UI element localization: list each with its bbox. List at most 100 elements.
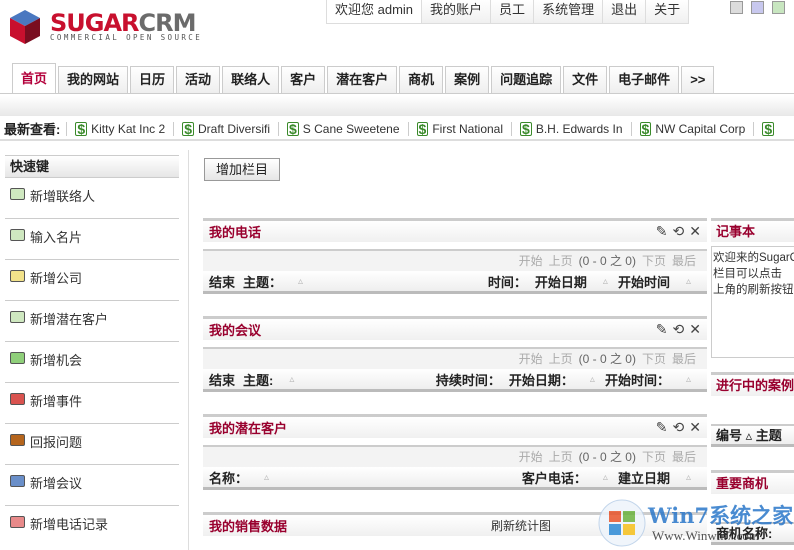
- recent-item[interactable]: $ Kitty Kat Inc 2: [66, 121, 173, 136]
- shortcut-icon: [10, 475, 25, 487]
- tab-6[interactable]: 潜在客户: [327, 66, 398, 93]
- close-icon[interactable]: ✕: [689, 223, 701, 240]
- dashlet-header: 我的电话 ✎ ⟲ ✕: [203, 218, 707, 242]
- notepad-line: 栏目可以点击: [713, 268, 782, 280]
- refresh-icon[interactable]: ⟲: [673, 419, 685, 436]
- recent-item[interactable]: $ NW Capital Corp: [630, 121, 754, 136]
- column-header[interactable]: 持续时间：: [436, 370, 501, 389]
- sort-icon[interactable]: ▵: [289, 374, 294, 385]
- pager-range: (0 - 0 之 0): [578, 450, 636, 464]
- recent-item[interactable]: $ S Cane Sweetene: [278, 121, 408, 136]
- column-header[interactable]: 主题:: [243, 370, 273, 389]
- column-header[interactable]: 结束: [209, 370, 235, 389]
- sidebar-item-label: 新增电话记录: [30, 517, 109, 532]
- column-header[interactable]: 名称：: [209, 468, 248, 487]
- sidebar-item-label: 新增联络人: [30, 189, 96, 204]
- column-header[interactable]: 开始日期: [535, 272, 587, 291]
- about-link[interactable]: 关于: [645, 0, 688, 23]
- tab-8[interactable]: 案例: [445, 66, 490, 93]
- sidebar-item[interactable]: 新增联络人: [5, 177, 179, 218]
- sort-icon[interactable]: ▵: [590, 374, 595, 385]
- pager-first[interactable]: 开始: [519, 254, 543, 268]
- sidebar-item[interactable]: 新增会议: [5, 464, 179, 505]
- theme-green-button[interactable]: [772, 1, 785, 14]
- sidebar-item[interactable]: 输入名片: [5, 218, 179, 259]
- edit-icon[interactable]: ✎: [656, 321, 668, 338]
- close-icon[interactable]: ✕: [689, 321, 701, 338]
- pager-prev[interactable]: 上页: [549, 352, 573, 366]
- column-headers: 结束 主题: ▵ 持续时间： 开始日期： ▵ 开始时间： ▵: [203, 369, 707, 392]
- add-column-button[interactable]: 增加栏目: [204, 158, 280, 181]
- pager-first[interactable]: 开始: [519, 352, 543, 366]
- admin-link[interactable]: 系统管理: [533, 0, 602, 23]
- recent-item-label: Kitty Kat Inc 2: [91, 121, 166, 136]
- pager-next[interactable]: 下页: [642, 254, 666, 268]
- column-header[interactable]: 时间：: [488, 272, 527, 291]
- tab-3[interactable]: 活动: [176, 66, 221, 93]
- theme-blue-button[interactable]: [751, 1, 764, 14]
- pager-last[interactable]: 最后: [672, 352, 696, 366]
- recent-item[interactable]: $ B.H. Edwards In: [511, 121, 631, 136]
- column-header[interactable]: 客户电话：: [522, 468, 587, 487]
- sort-icon[interactable]: ▵: [264, 472, 269, 483]
- shortcuts-title: 快速键: [5, 155, 179, 177]
- notepad-line: 上角的刷新按钮: [713, 284, 794, 296]
- column-header[interactable]: 建立日期: [618, 468, 670, 487]
- sidebar-item[interactable]: 新增机会: [5, 341, 179, 382]
- column-header[interactable]: 开始时间: [618, 272, 670, 291]
- recent-item-label: NW Capital Corp: [655, 121, 746, 136]
- sort-icon[interactable]: ▵: [686, 374, 691, 385]
- pager-next[interactable]: 下页: [642, 352, 666, 366]
- shortcut-icon: [10, 270, 25, 282]
- refresh-chart-link[interactable]: 刷新统计图: [491, 517, 551, 534]
- employees-link[interactable]: 员工: [490, 0, 533, 23]
- tab-12[interactable]: >>: [681, 66, 715, 93]
- refresh-icon[interactable]: ⟲: [673, 223, 685, 240]
- edit-icon[interactable]: ✎: [656, 223, 668, 240]
- recent-item[interactable]: $: [753, 121, 786, 136]
- recent-item[interactable]: $ Draft Diversifi: [173, 121, 278, 136]
- pager-prev[interactable]: 上页: [549, 450, 573, 464]
- edit-icon[interactable]: ✎: [656, 419, 668, 436]
- sort-icon[interactable]: ▵: [298, 276, 303, 287]
- sidebar-item[interactable]: 新增事件: [5, 382, 179, 423]
- column-header[interactable]: 结束: [209, 272, 235, 291]
- sidebar-item[interactable]: 回报问题: [5, 423, 179, 464]
- pager-prev[interactable]: 上页: [549, 254, 573, 268]
- sort-icon[interactable]: ▵: [603, 472, 608, 483]
- tab-5[interactable]: 客户: [281, 66, 326, 93]
- close-icon[interactable]: ✕: [689, 419, 701, 436]
- column-header[interactable]: 开始时间：: [605, 370, 670, 389]
- main-tabs: 首页 我的网站 日历 活动 联络人 客户 潜在客户 商机 案例 问题追踪 文件 电子邮件 >>: [12, 63, 716, 93]
- sidebar-item[interactable]: 新增电话记录: [5, 505, 179, 546]
- my-account-link[interactable]: 我的账户: [421, 0, 490, 23]
- sort-icon[interactable]: ▵: [603, 276, 608, 287]
- recent-item-label: B.H. Edwards In: [535, 121, 623, 136]
- column-header[interactable]: 主题：: [243, 272, 282, 291]
- theme-gray-button[interactable]: [730, 1, 743, 14]
- sort-icon[interactable]: ▵: [686, 472, 691, 483]
- pager-next[interactable]: 下页: [642, 450, 666, 464]
- notepad-content: 欢迎来的SugarCRM 栏目可以点击 上角的刷新按钮: [711, 246, 794, 358]
- column-header[interactable]: 开始日期：: [509, 370, 574, 389]
- tab-7[interactable]: 商机: [399, 66, 444, 93]
- refresh-icon[interactable]: ⟲: [673, 321, 685, 338]
- dashlet-title: 我的销售数据: [209, 519, 288, 534]
- sidebar-item[interactable]: 新增潜在客户: [5, 300, 179, 341]
- sidebar-item[interactable]: 新增公司: [5, 259, 179, 300]
- tab-10[interactable]: 文件: [563, 66, 608, 93]
- sort-icon[interactable]: ▵: [686, 276, 691, 287]
- tab-0[interactable]: 首页: [12, 63, 57, 93]
- pager-last[interactable]: 最后: [672, 450, 696, 464]
- tab-2[interactable]: 日历: [130, 66, 175, 93]
- pager-last[interactable]: 最后: [672, 254, 696, 268]
- pager-first[interactable]: 开始: [519, 450, 543, 464]
- tab-9[interactable]: 问题追踪: [491, 66, 562, 93]
- recent-item[interactable]: $ First National: [407, 121, 511, 136]
- tab-4[interactable]: 联络人: [222, 66, 280, 93]
- pager: 开始 上页 (0 - 0 之 0) 下页 最后: [203, 347, 707, 369]
- logout-link[interactable]: 退出: [602, 0, 645, 23]
- tab-11[interactable]: 电子邮件: [609, 66, 680, 93]
- tab-1[interactable]: 我的网站: [58, 66, 129, 93]
- dashlet-header: 我的会议 ✎ ⟲ ✕: [203, 316, 707, 340]
